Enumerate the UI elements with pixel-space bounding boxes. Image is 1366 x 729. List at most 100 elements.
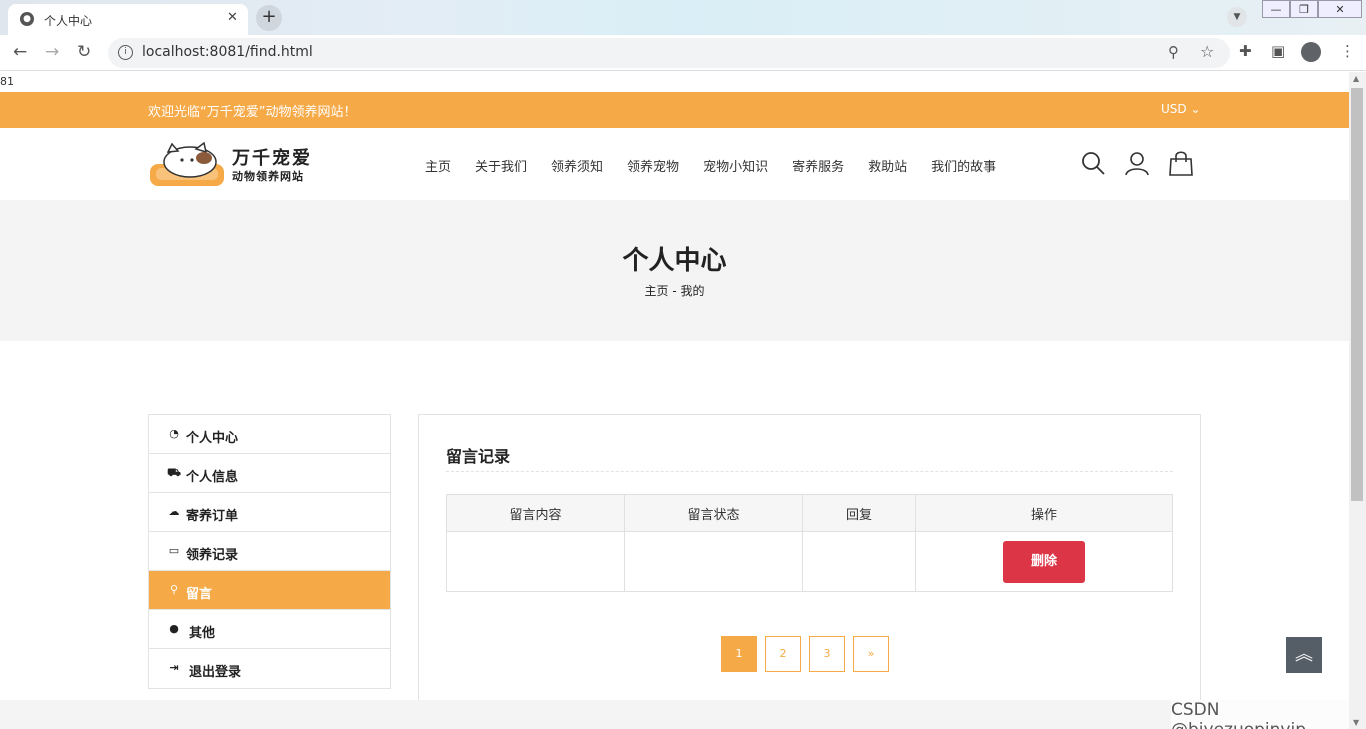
pagination: 1 2 3 » — [721, 636, 897, 672]
watermark: CSDN @biyezuopinvip — [1171, 700, 1349, 729]
close-icon[interactable]: ✕ — [227, 10, 238, 25]
currency-label: USD — [1161, 102, 1187, 116]
account-sidebar: ◔ 个人中心 ⛟ 个人信息 ☁ 寄养订单 ▭ 领养记录 ⚲ 留言 ● 其他 ⇥ … — [148, 414, 391, 689]
sidebar-item-label: 退出登录 — [189, 665, 242, 680]
breadcrumb-home[interactable]: 主页 — [644, 284, 668, 298]
nav-about[interactable]: 关于我们 — [475, 156, 527, 175]
nav-home[interactable]: 主页 — [425, 156, 451, 175]
messages-panel: 留言记录 留言内容 留言状态 回复 操作 删除 1 2 3 » — [418, 414, 1201, 704]
currency-selector[interactable]: USD ⌄ — [1161, 102, 1201, 116]
sidebar-item-foster-orders[interactable]: ☁ 寄养订单 — [149, 493, 390, 532]
page-next[interactable]: » — [853, 636, 889, 672]
page-viewport: 81 欢迎光临“万千宠爱”动物领养网站！ USD ⌄ 万千宠爱 动物领养网站 主… — [0, 72, 1349, 729]
page-link-3[interactable]: 3 — [809, 636, 845, 672]
avatar[interactable] — [1301, 42, 1321, 62]
footer-strip — [0, 700, 1349, 729]
cart-icon: ⛟ — [167, 466, 181, 479]
cat-logo-icon — [150, 142, 224, 186]
sidebar-item-personal-info[interactable]: ⛟ 个人信息 — [149, 454, 390, 493]
extensions-icon[interactable]: ✚ — [1239, 42, 1252, 60]
sidebar-item-adoption-records[interactable]: ▭ 领养记录 — [149, 532, 390, 571]
new-tab-button[interactable]: + — [256, 5, 282, 31]
side-panel-icon[interactable]: ▣ — [1271, 42, 1285, 60]
scrollbar[interactable]: ▲ ▼ — [1349, 72, 1366, 729]
url-text: localhost:8081/find.html — [142, 44, 313, 60]
sidebar-item-label: 领养记录 — [186, 548, 239, 563]
top-bar: 欢迎光临“万千宠爱”动物领养网站！ USD ⌄ — [0, 92, 1349, 128]
zoom-icon[interactable]: ⚲ — [1168, 43, 1179, 61]
address-bar: ← → ↻ i localhost:8081/find.html ⚲ ☆ — [0, 35, 1366, 71]
sidebar-item-label: 个人信息 — [186, 470, 239, 485]
column-header: 操作 — [915, 494, 1173, 532]
search-icon[interactable] — [1080, 150, 1106, 176]
sign-out-icon: ⇥ — [169, 661, 179, 674]
message-content-cell — [446, 531, 625, 592]
welcome-text: 欢迎光临“万千宠爱”动物领养网站！ — [148, 105, 357, 120]
map-marker-icon: ⚲ — [169, 583, 179, 596]
user-icon[interactable] — [1124, 150, 1150, 176]
messages-table: 留言内容 留言状态 回复 操作 删除 — [446, 494, 1173, 592]
credit-card-icon: ▭ — [168, 544, 180, 557]
sidebar-item-other[interactable]: ● 其他 — [149, 610, 390, 649]
chevron-down-icon: ⌄ — [1190, 102, 1201, 116]
breadcrumb-separator: - — [672, 284, 677, 298]
reply-cell — [802, 531, 916, 592]
site-logo[interactable]: 万千宠爱 动物领养网站 — [148, 138, 320, 190]
delete-button[interactable]: 删除 — [1003, 540, 1085, 583]
window-close-button[interactable]: ✕ — [1318, 0, 1362, 18]
tab-title: 个人中心 — [44, 14, 93, 28]
sidebar-item-label: 个人中心 — [186, 431, 239, 446]
debug-text: 81 — [0, 75, 14, 88]
nav-foster-service[interactable]: 寄养服务 — [792, 156, 844, 175]
browser-tab-strip: ● 个人中心 ✕ + ▼ — ❐ ✕ — [0, 0, 1366, 35]
dashboard-icon: ◔ — [169, 427, 179, 440]
nav-adoption-notice[interactable]: 领养须知 — [551, 156, 603, 175]
logo-title: 万千宠爱 — [232, 148, 312, 169]
breadcrumb: 主页 - 我的 — [0, 282, 1349, 299]
page-link-1[interactable]: 1 — [721, 636, 757, 672]
minimize-button[interactable]: — — [1262, 0, 1290, 18]
sidebar-item-logout[interactable]: ⇥ 退出登录 — [149, 649, 390, 688]
scrollbar-thumb[interactable] — [1351, 88, 1363, 501]
divider — [446, 471, 1173, 472]
nav-adopt-pets[interactable]: 领养宠物 — [627, 156, 679, 175]
sidebar-item-label: 其他 — [189, 626, 216, 641]
globe-icon: ● — [20, 12, 34, 26]
site-header: 万千宠爱 动物领养网站 主页 关于我们 领养须知 领养宠物 宠物小知识 寄养服务… — [0, 128, 1349, 200]
shopping-bag-icon[interactable] — [1168, 150, 1194, 176]
double-chevron-up-icon: ︽ — [1295, 644, 1313, 665]
nav-our-stories[interactable]: 我们的故事 — [931, 156, 996, 175]
forward-icon[interactable]: → — [45, 42, 59, 62]
chevron-down-icon[interactable]: ▼ — [1227, 7, 1247, 27]
cloud-download-icon: ☁ — [168, 505, 180, 518]
column-header: 留言内容 — [446, 494, 625, 532]
back-to-top-button[interactable]: ︽ — [1286, 637, 1322, 673]
more-menu-icon[interactable]: ⋮ — [1340, 42, 1355, 60]
action-cell: 删除 — [915, 531, 1173, 592]
breadcrumb-current: 我的 — [680, 284, 705, 298]
restore-button[interactable]: ❐ — [1290, 0, 1318, 18]
logo-subtitle: 动物领养网站 — [232, 170, 304, 183]
url-field[interactable]: i localhost:8081/find.html ⚲ ☆ — [108, 38, 1230, 68]
sidebar-item-messages[interactable]: ⚲ 留言 — [149, 571, 390, 610]
page-link-2[interactable]: 2 — [765, 636, 801, 672]
sidebar-item-label: 寄养订单 — [186, 509, 239, 524]
reload-icon[interactable]: ↻ — [77, 42, 91, 62]
panel-title: 留言记录 — [446, 447, 511, 466]
sidebar-item-label: 留言 — [186, 587, 213, 602]
page-banner: 个人中心 主页 - 我的 — [0, 200, 1349, 341]
page-title: 个人中心 — [622, 246, 727, 276]
column-header: 留言状态 — [624, 494, 803, 532]
info-icon[interactable]: i — [118, 45, 133, 60]
nav-pet-tips[interactable]: 宠物小知识 — [703, 156, 768, 175]
user-icon: ● — [169, 622, 179, 635]
message-status-cell — [624, 531, 803, 592]
scroll-down-icon[interactable]: ▼ — [1353, 718, 1359, 727]
back-icon[interactable]: ← — [13, 42, 27, 62]
bookmark-star-icon[interactable]: ☆ — [1200, 42, 1214, 61]
scroll-up-icon[interactable]: ▲ — [1353, 74, 1359, 83]
browser-tab[interactable]: ● 个人中心 ✕ — [8, 4, 248, 35]
nav-rescue-station[interactable]: 救助站 — [868, 156, 907, 175]
sidebar-item-personal-center[interactable]: ◔ 个人中心 — [149, 415, 390, 454]
table-row: 删除 — [446, 531, 1173, 592]
